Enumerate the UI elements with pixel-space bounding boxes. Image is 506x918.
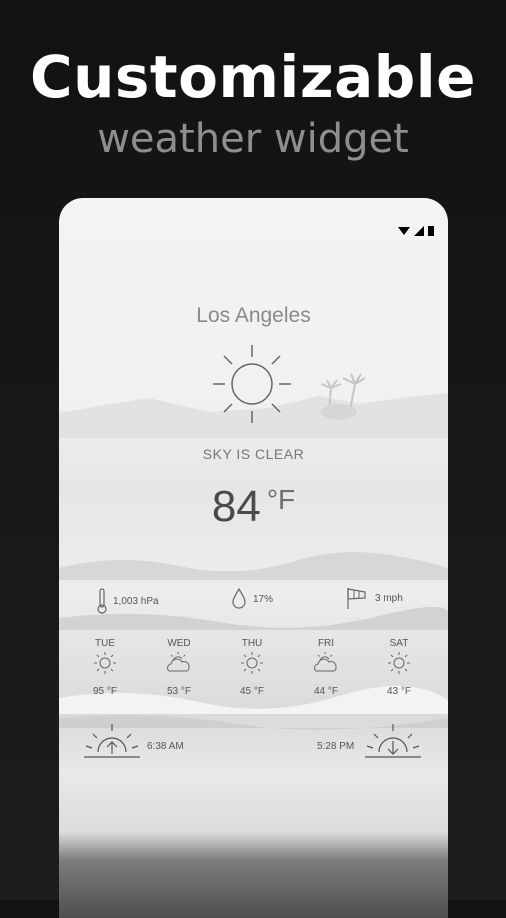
wind-stat: 3 mph [345, 586, 403, 610]
cloudy-sun-icon [167, 652, 190, 672]
cloudy-sun-icon [314, 652, 337, 672]
water-drop-icon [232, 588, 246, 609]
windsock-icon [347, 588, 366, 609]
forecast-day[interactable]: WED 53 °F [154, 638, 204, 697]
temperature-unit: °F [266, 484, 296, 515]
sun-icon [94, 652, 116, 674]
city-label[interactable]: Los Angeles [59, 304, 448, 328]
wifi-icon [398, 227, 410, 235]
sunrise-time: 6:38 AM [147, 741, 184, 752]
humidity-stat: 17% [231, 588, 273, 610]
condition-label: SKY IS CLEAR [202, 446, 305, 462]
temperature: 84 °F [59, 482, 448, 532]
forecast-day[interactable]: FRI 44 °F [301, 638, 351, 697]
sunset-icon [365, 724, 421, 758]
temperature-value: 84 [211, 482, 261, 531]
sun-icon [241, 652, 263, 674]
forecast-day[interactable]: TUE 95 °F [80, 638, 130, 697]
wind-value: 3 mph [375, 592, 403, 604]
pressure-value: 1,003 hPa [113, 595, 159, 607]
forecast-temp: 45 °F [239, 686, 264, 697]
forecast-day-name: FRI [317, 638, 335, 649]
phone-screen: Los Angeles SKY IS CLEAR 84 °F 1,003 hPa … [59, 198, 448, 918]
forecast-temp: 43 °F [386, 686, 411, 697]
sunset-time: 5:28 PM [317, 741, 355, 752]
forecast-day-name: SAT [389, 638, 409, 649]
forecast-day-name: TUE [95, 638, 115, 649]
subheadline: weather widget [97, 116, 409, 162]
forecast-day-name: THU [241, 638, 263, 649]
forecast-temp: 53 °F [166, 686, 191, 697]
forecast-day-name: WED [167, 638, 191, 649]
sun-icon [213, 345, 291, 423]
forecast-day[interactable]: THU 45 °F [227, 638, 277, 697]
battery-icon [428, 226, 434, 236]
pressure-stat: 1,003 hPa [97, 588, 159, 614]
forecast-temp: 95 °F [92, 686, 117, 697]
thermometer-icon [97, 588, 107, 614]
sunrise-icon [84, 724, 140, 758]
headline: Customizable [30, 43, 476, 111]
sun-icon [388, 652, 410, 674]
forecast-temp: 44 °F [313, 686, 338, 697]
forecast-day[interactable]: SAT 43 °F [374, 638, 424, 697]
humidity-value: 17% [253, 593, 274, 605]
status-bar [398, 226, 434, 236]
signal-icon [414, 226, 424, 236]
